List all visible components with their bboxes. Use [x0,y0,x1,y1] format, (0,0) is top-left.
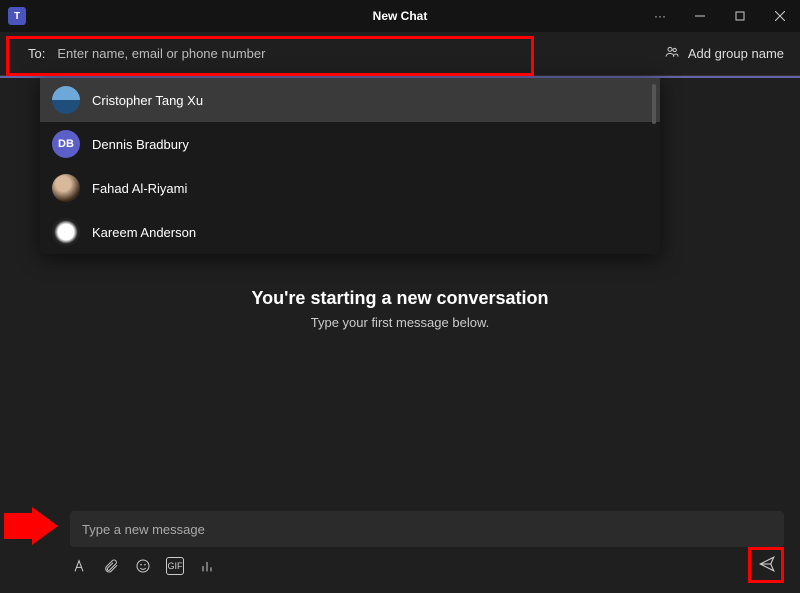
format-icon[interactable] [70,557,88,575]
empty-state-subtitle: Type your first message below. [251,315,548,330]
poll-icon[interactable] [198,557,216,575]
empty-state-title: You're starting a new conversation [251,288,548,309]
to-row: To: Add group name [0,32,800,76]
avatar: DB [52,130,80,158]
send-button[interactable] [752,549,782,579]
maximize-icon[interactable] [720,0,760,32]
people-icon [664,44,680,63]
suggestion-item[interactable]: Cristopher Tang Xu [40,78,660,122]
suggestion-item[interactable]: DB Dennis Bradbury [40,122,660,166]
avatar [52,86,80,114]
close-icon[interactable] [760,0,800,32]
suggestion-name: Dennis Bradbury [92,137,189,152]
gif-icon[interactable]: GIF [166,557,184,575]
avatar [52,174,80,202]
compose-area: GIF [0,503,800,593]
avatar [52,218,80,246]
more-button[interactable]: ··· [640,0,680,32]
titlebar: T New Chat ··· [0,0,800,32]
suggestion-dropdown: Cristopher Tang Xu DB Dennis Bradbury Fa… [40,78,660,254]
message-input[interactable] [70,511,784,547]
attach-icon[interactable] [102,557,120,575]
add-group-name-label: Add group name [688,46,784,61]
main-area: Cristopher Tang Xu DB Dennis Bradbury Fa… [0,78,800,503]
emoji-icon[interactable] [134,557,152,575]
minimize-icon[interactable] [680,0,720,32]
compose-toolbar: GIF [70,557,784,575]
suggestion-name: Cristopher Tang Xu [92,93,203,108]
suggestion-name: Kareem Anderson [92,225,196,240]
add-group-name-button[interactable]: Add group name [664,44,784,63]
scrollbar-thumb[interactable] [652,84,656,124]
window-title: New Chat [373,9,428,23]
suggestion-item[interactable]: Kareem Anderson [40,210,660,254]
suggestion-item[interactable]: Fahad Al-Riyami [40,166,660,210]
to-input[interactable] [57,46,524,61]
suggestion-name: Fahad Al-Riyami [92,181,187,196]
empty-state: You're starting a new conversation Type … [251,288,548,330]
teams-logo-icon: T [8,7,26,25]
to-label: To: [28,46,45,61]
